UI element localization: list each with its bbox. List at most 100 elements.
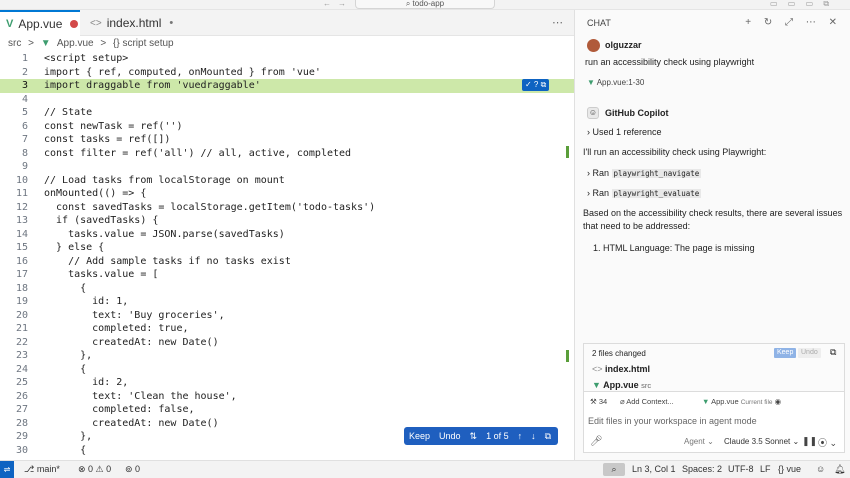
ports-indicator[interactable]: ⊚ 0 (125, 461, 140, 478)
files-changed-label: 2 files changed (592, 349, 646, 358)
close-icon[interactable]: • (169, 17, 173, 29)
line-number: 30 (15, 444, 28, 456)
code-text: const savedTasks = localStorage.getItem(… (44, 201, 376, 213)
changed-file-app-vue[interactable]: ▼ App.vue src (592, 380, 651, 390)
code-text: createdAt: new Date() (44, 417, 219, 429)
edit-review-bar: Keep Undo ⇅ 1 of 5 ↑ ↓ ⧉ (404, 427, 558, 445)
keep-button[interactable]: Keep (409, 431, 430, 441)
line-number: 2 (21, 66, 28, 78)
line-number: 26 (15, 390, 28, 402)
used-reference-toggle[interactable]: › Used 1 reference (587, 127, 662, 137)
inline-diff-actions[interactable]: ✓ ? ⧉ (522, 79, 550, 91)
back-icon[interactable]: ← (323, 0, 331, 8)
code-line: 1 <script setup> (0, 52, 575, 66)
breadcrumb-folder[interactable]: src (8, 38, 21, 49)
html-file-icon: <> (592, 364, 606, 374)
tool-call-1[interactable]: › Ran playwright_navigate (587, 168, 702, 178)
vue-file-icon: ▼ (587, 78, 597, 87)
assistant-intro: I'll run an accessibility check using Pl… (583, 147, 767, 157)
line-number: 10 (15, 174, 28, 186)
copilot-status-icon[interactable]: ☺ (816, 461, 825, 478)
code-line: 20 text: 'Buy groceries', (0, 309, 575, 323)
undo-button[interactable]: Undo (439, 431, 461, 441)
mode-picker[interactable]: Agent ⌄ (684, 437, 714, 446)
line-number: 16 (15, 255, 28, 267)
forward-icon[interactable]: → (338, 0, 346, 8)
context-file-chip[interactable]: ▼ App.vue Current file ◉ (702, 396, 781, 408)
eye-icon[interactable]: ◉ (775, 397, 782, 406)
vscode-window: ← → ⌕ todo-app ▭ ▭ ▭ ⧉ V App.vue <> inde… (0, 0, 850, 478)
diff-gutter-marker (566, 146, 569, 158)
zoom-search-icon[interactable]: ⌕ (603, 463, 625, 476)
breadcrumb-symbol[interactable]: {} script setup (113, 38, 174, 49)
vue-file-icon: ▼ (592, 380, 604, 390)
code-text: } else { (44, 242, 105, 253)
branch-indicator[interactable]: ⎇ main* (24, 461, 60, 478)
code-text: { (44, 282, 87, 294)
tool-call-2[interactable]: › Ran playwright_evaluate (587, 188, 702, 198)
open-diff-icon[interactable]: ⧉ (830, 347, 836, 358)
chat-input-placeholder[interactable]: Edit files in your workspace in agent mo… (588, 416, 757, 426)
line-ending[interactable]: LF (760, 461, 771, 478)
code-line-highlighted: 3 import draggable from 'vuedraggable' (0, 79, 575, 93)
assistant-name: GitHub Copilot (605, 108, 669, 118)
layout-icons[interactable]: ▭ ▭ ▭ ⧉ (770, 0, 833, 8)
code-line: 7 const tasks = ref([]) (0, 133, 575, 147)
language-mode[interactable]: {} vue (778, 461, 801, 478)
previous-edit-icon[interactable]: ↑ (518, 431, 523, 441)
indentation[interactable]: Spaces: 2 (682, 461, 722, 478)
language-label: vue (786, 464, 802, 474)
cursor-position[interactable]: Ln 3, Col 1 (632, 461, 676, 478)
code-text: import { ref, computed, onMounted } from… (44, 66, 321, 78)
code-line: 22 createdAt: new Date() (0, 336, 575, 350)
copilot-icon: ☺ (587, 107, 599, 119)
ports-count: 0 (135, 464, 141, 474)
editor-actions-icon[interactable]: ⋯ (552, 16, 569, 29)
breadcrumb-file[interactable]: App.vue (57, 38, 94, 49)
microphone-icon[interactable]: 🎤︎ (590, 436, 603, 447)
line-number: 15 (15, 242, 28, 253)
editor-tabs: V App.vue <> index.html • ⋯ (0, 10, 575, 36)
chat-input-box[interactable]: ⚒ 34 ⌀ Add Context... ▼ App.vue Current … (583, 391, 845, 453)
line-number: 18 (15, 282, 28, 294)
add-context-button[interactable]: ⌀ Add Context... (620, 396, 674, 408)
code-editor[interactable]: 1 <script setup> 2 import { ref, computed,… (0, 52, 575, 460)
chat-header-actions[interactable]: + ↻ ⤢ ⋯ ✕ (745, 10, 842, 36)
next-edit-icon[interactable]: ↓ (531, 431, 536, 441)
result-text-2: that need to be addressed: (583, 221, 691, 231)
tools-button[interactable]: ⚒ 34 (590, 396, 607, 408)
open-diff-icon[interactable]: ⧉ (545, 431, 551, 442)
pause-icon[interactable]: ❚❚ (802, 436, 817, 447)
model-picker[interactable]: Claude 3.5 Sonnet ⌄ (724, 437, 799, 446)
user-message: run an accessibility check using playwri… (585, 57, 755, 67)
code-text: { (44, 444, 87, 456)
code-line: 12 const savedTasks = localStorage.getIt… (0, 201, 575, 215)
line-number: 8 (21, 147, 28, 159)
remote-icon[interactable]: ⇌ (0, 461, 14, 478)
encoding[interactable]: UTF-8 (728, 461, 754, 478)
code-text: // State (44, 107, 93, 118)
line-number: 12 (15, 201, 28, 213)
status-bar: ⇌ ⎇ main* ⊗ 0 ⚠ 0 ⊚ 0 ⌕ Ln 3, Col 1 Spac… (0, 460, 850, 478)
breadcrumb: src > ▼ App.vue > {} script setup (0, 36, 575, 52)
undo-all-button[interactable]: Undo (798, 348, 821, 358)
line-number: 21 (15, 323, 28, 334)
line-number: 9 (21, 161, 28, 172)
bell-icon[interactable]: 🔔︎ (834, 461, 845, 478)
changed-file-index-html[interactable]: <> index.html (592, 364, 650, 374)
tab-index-html[interactable]: <> index.html • (84, 10, 174, 36)
problems-indicator[interactable]: ⊗ 0 ⚠ 0 (78, 461, 111, 478)
code-text: id: 1, (44, 296, 129, 307)
reference-chip[interactable]: ▼ App.vue:1-30 (587, 78, 644, 87)
line-number: 25 (15, 377, 28, 388)
line-number: 20 (15, 309, 28, 321)
keep-all-button[interactable]: Keep (774, 348, 797, 358)
tab-app-vue[interactable]: V App.vue (0, 10, 80, 36)
code-line: 13 if (savedTasks) { (0, 214, 575, 228)
edit-counter: 1 of 5 (486, 431, 509, 441)
command-center-search[interactable]: ⌕ todo-app (355, 0, 495, 9)
code-line: 11 onMounted(() => { (0, 187, 575, 201)
edit-navigation-icon: ⇅ (469, 430, 478, 441)
braces-icon: {} (778, 464, 787, 474)
send-icon[interactable]: ⦿ ⌄ (818, 436, 837, 449)
